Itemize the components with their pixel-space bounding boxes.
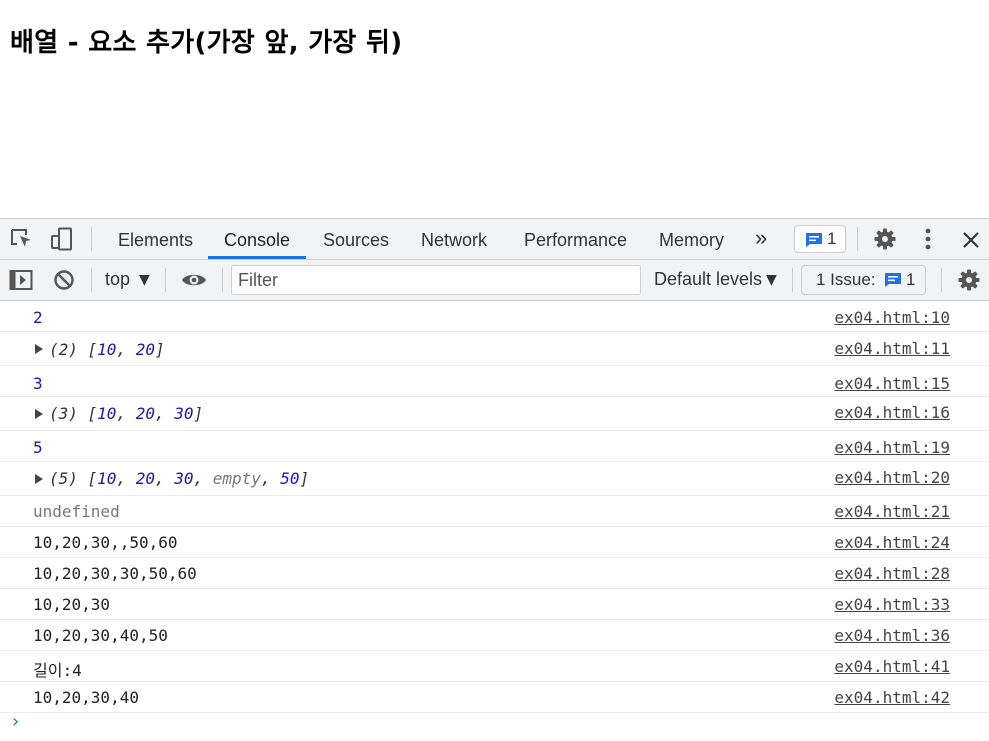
toolbar-divider [792,268,793,292]
messages-badge-count: 1 [827,229,837,248]
tab-performance[interactable]: Performance [524,219,627,259]
toolbar-divider [941,268,942,292]
tab-network[interactable]: Network [421,219,487,259]
device-toolbar-icon[interactable] [50,227,74,251]
settings-gear-icon[interactable] [873,227,897,251]
source-link[interactable]: ex04.html:19 [834,438,950,457]
expand-arrow-icon[interactable] [35,409,43,419]
live-expression-eye-icon[interactable] [181,270,207,290]
console-value: 10,20,30,30,50,60 [33,564,197,583]
context-selector[interactable]: top [105,269,130,290]
console-row: (5) [10, 20, 30, empty, 50] ex04.html:20 [0,462,989,496]
more-tabs-button[interactable]: » [755,219,767,259]
active-tab-indicator [208,256,306,259]
source-link[interactable]: ex04.html:36 [834,626,950,645]
messages-badge-button[interactable]: 1 [794,225,846,253]
console-toolbar: top ▼ Default levels ▼ 1 Issue: 1 [0,260,989,301]
more-options-icon[interactable] [918,227,938,251]
console-value: 5 [33,438,43,457]
source-link[interactable]: ex04.html:20 [834,468,950,487]
source-link[interactable]: ex04.html:21 [834,502,950,521]
tab-sources[interactable]: Sources [323,219,389,259]
source-link[interactable]: ex04.html:11 [834,339,950,358]
tab-bar-divider [91,227,92,251]
tab-bar-divider [857,227,858,251]
source-link[interactable]: ex04.html:10 [834,308,950,327]
console-value: 10,20,30,40,50 [33,626,168,645]
devtools-panel: Elements Console Sources Network Perform… [0,218,989,741]
console-row: 3 ex04.html:15 [0,366,989,397]
log-levels-dropdown-arrow[interactable]: ▼ [766,272,777,288]
console-array[interactable]: (2) [10, 20] [49,340,165,359]
console-value: 10,20,30,,50,60 [33,533,178,552]
console-row: 길이:4 ex04.html:41 [0,651,989,682]
console-row: 5 ex04.html:19 [0,431,989,462]
context-dropdown-arrow[interactable]: ▼ [139,272,150,288]
console-row: (3) [10, 20, 30] ex04.html:16 [0,397,989,431]
console-row: (2) [10, 20] ex04.html:11 [0,332,989,366]
toolbar-divider [222,268,223,292]
console-row: undefined ex04.html:21 [0,496,989,527]
console-array[interactable]: (5) [10, 20, 30, empty, 50] [49,469,309,488]
tab-elements[interactable]: Elements [118,219,193,259]
console-prompt[interactable]: › [10,711,21,732]
page-title: 배열 - 요소 추가(가장 앞, 가장 뒤) [10,28,403,58]
source-link[interactable]: ex04.html:16 [834,403,950,422]
console-value: 길이:4 [33,661,82,680]
source-link[interactable]: ex04.html:15 [834,374,950,393]
log-levels-dropdown[interactable]: Default levels [654,269,762,290]
issues-label: 1 Issue: [816,270,876,289]
devtools-tab-bar: Elements Console Sources Network Perform… [0,219,989,260]
console-row: 2 ex04.html:10 [0,301,989,332]
console-value: 10,20,30 [33,595,111,614]
console-value: 2 [33,308,43,327]
filter-input[interactable] [231,265,641,295]
console-array[interactable]: (3) [10, 20, 30] [49,404,203,423]
message-icon [806,233,822,247]
expand-arrow-icon[interactable] [35,344,43,354]
source-link[interactable]: ex04.html:41 [834,657,950,676]
source-link[interactable]: ex04.html:24 [834,533,950,552]
source-link[interactable]: ex04.html:42 [834,688,950,707]
source-link[interactable]: ex04.html:33 [834,595,950,614]
tab-console[interactable]: Console [224,219,290,259]
toolbar-divider [165,268,166,292]
console-settings-gear-icon[interactable] [957,268,981,292]
console-row: 10,20,30,,50,60 ex04.html:24 [0,527,989,558]
issues-button[interactable]: 1 Issue: 1 [801,265,926,295]
console-row: 10,20,30,40 ex04.html:42 [0,682,989,713]
source-link[interactable]: ex04.html:28 [834,564,950,583]
inspect-element-icon[interactable] [10,228,34,250]
console-row: 10,20,30,40,50 ex04.html:36 [0,620,989,651]
console-output: 2 ex04.html:10 (2) [10, 20] ex04.html:11… [0,301,989,732]
toolbar-divider [91,268,92,292]
close-icon[interactable] [962,231,980,249]
console-value: 3 [33,374,43,393]
clear-console-icon[interactable] [53,269,75,291]
show-sidebar-icon[interactable] [9,269,33,291]
issue-message-icon [885,273,901,287]
tab-memory[interactable]: Memory [659,219,724,259]
console-row: 10,20,30,30,50,60 ex04.html:28 [0,558,989,589]
console-row: 10,20,30 ex04.html:33 [0,589,989,620]
expand-arrow-icon[interactable] [35,474,43,484]
console-value: 10,20,30,40 [33,688,139,707]
console-value: undefined [33,502,120,521]
issues-count: 1 [906,270,916,289]
